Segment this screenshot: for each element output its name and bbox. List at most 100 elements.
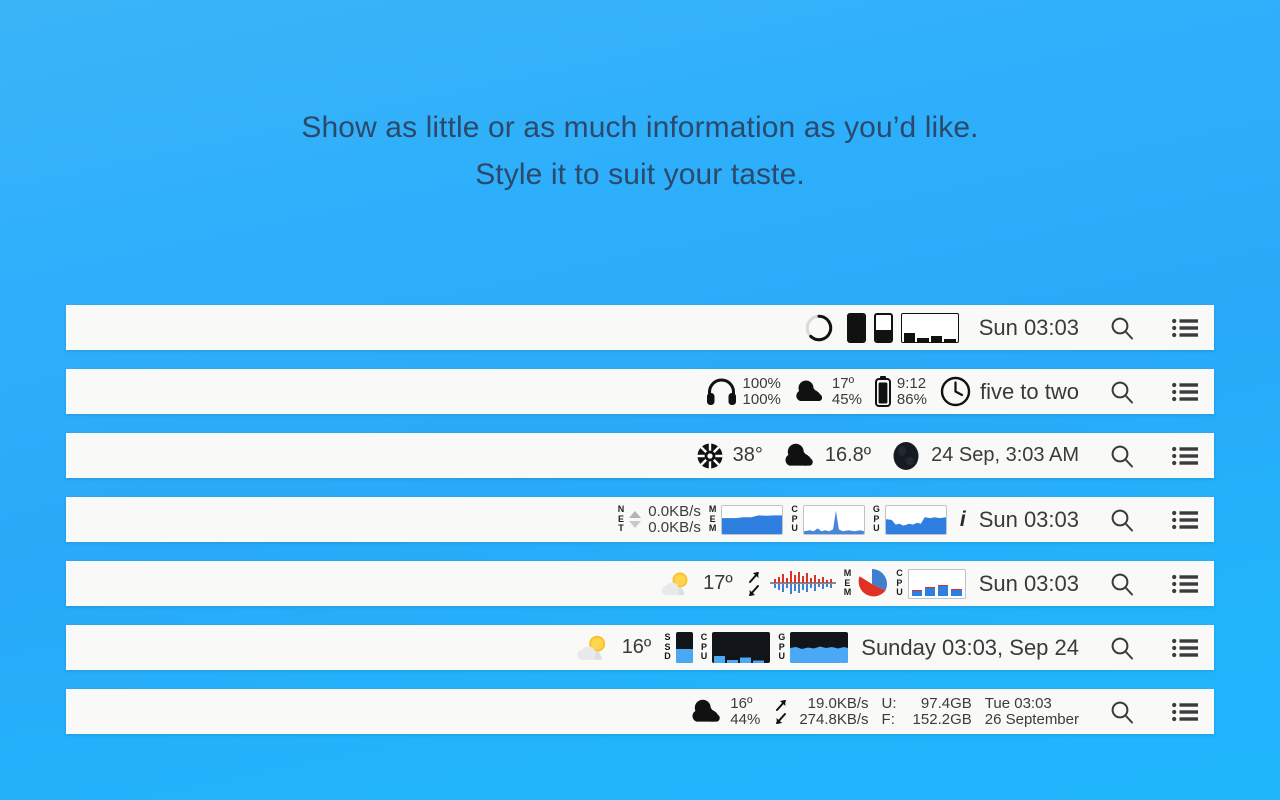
list-menu-icon[interactable] (1172, 510, 1198, 530)
search-icon[interactable] (1109, 379, 1135, 405)
disk-key-free: F: (881, 710, 895, 728)
word-clock-widget[interactable]: five to two (940, 369, 1079, 414)
menu-bar-row: N E T 0.0KB/s 0.0KB/s M E M C P U G P U … (66, 497, 1214, 542)
list-menu-icon[interactable] (1172, 702, 1198, 722)
moon-date-text: 24 Sep, 3:03 AM (931, 444, 1079, 466)
value-line-2: 274.8KB/s (799, 710, 869, 728)
disk-value-free: 152.2GB (912, 710, 972, 728)
net-values: 0.0KB/s 0.0KB/s (648, 503, 701, 536)
value-line-1: 17º (831, 374, 855, 392)
menu-bar-list: Sun 03:03 100% 100% 17º 45% 9:12 86% fiv… (66, 305, 1214, 753)
disk-values: 97.4GB 152.2GB (912, 695, 972, 728)
cpu-bars-widget[interactable]: C P U (896, 561, 966, 606)
info-clock-widget[interactable]: i Sun 03:03 (960, 497, 1079, 542)
memory-pie-widget[interactable]: M E M (844, 561, 889, 606)
headphones-values: 100% 100% (742, 374, 781, 408)
list-menu-icon[interactable] (1172, 638, 1198, 658)
moon-icon (893, 441, 919, 470)
cpu-bar-chart (907, 568, 966, 599)
analog-clock-icon (940, 376, 971, 407)
network-transfer-widget[interactable]: 19.0KB/s 274.8KB/s (773, 689, 869, 734)
weather-widget[interactable]: 16º (576, 625, 652, 670)
sun-behind-cloud-icon (577, 635, 605, 660)
value-line-2: 45% (831, 390, 862, 408)
weather-temp-text: 16º (621, 636, 652, 658)
system-icons (1079, 315, 1198, 341)
battery-widget[interactable]: 9:12 86% (874, 369, 927, 414)
cpu-graph (802, 504, 865, 535)
menu-bar-row: 16º S S D C P U G P U Sunday 03:03, Sep … (66, 625, 1214, 670)
waveform-icon (769, 570, 836, 594)
clock-text[interactable]: Sun 03:03 (979, 315, 1079, 341)
cpu-dark-panel (712, 632, 771, 663)
list-menu-icon[interactable] (1172, 318, 1198, 338)
network-transfer-values: 19.0KB/s 274.8KB/s (799, 695, 869, 728)
network-waveform-widget[interactable] (769, 561, 836, 606)
moon-date-widget[interactable]: 24 Sep, 3:03 AM (891, 433, 1079, 478)
cpu-label: C P U (791, 505, 798, 534)
date-line-2: 26 September (984, 710, 1079, 728)
vertical-bar-widget-2[interactable] (873, 312, 893, 343)
clock-text[interactable]: Sun 03:03 (979, 571, 1079, 597)
pie-gauge-icon (805, 314, 832, 341)
weather-temp-text: 16.8º (824, 444, 872, 466)
bar-chart-widget[interactable] (900, 312, 959, 343)
fan-icon (697, 443, 723, 468)
headphones-widget[interactable]: 100% 100% (706, 369, 781, 414)
gpu-label-char: U (778, 651, 786, 662)
battery-icon (874, 376, 891, 407)
value-line-2: 86% (896, 390, 927, 408)
cpu-label-char: U (700, 651, 708, 662)
disk-usage-widget[interactable]: U: F: 97.4GB 152.2GB (882, 689, 972, 734)
weather-widget[interactable]: 16.8º (783, 433, 871, 478)
memory-graph-widget[interactable]: M E M (709, 497, 784, 542)
date-widget[interactable]: Tue 03:03 26 September (984, 694, 1079, 728)
gpu-dark-widget[interactable]: G P U (778, 625, 849, 670)
fan-temp-widget[interactable]: 38° (695, 433, 763, 478)
menu-bar-row: 100% 100% 17º 45% 9:12 86% five to two (66, 369, 1214, 414)
vertical-bar-widget[interactable] (846, 312, 866, 343)
menu-bar-row: Sun 03:03 (66, 305, 1214, 350)
net-label: N E T (618, 505, 625, 534)
cpu-label-char: U (791, 523, 798, 534)
weather-temp-text: 17º (703, 572, 733, 594)
search-icon[interactable] (1109, 443, 1135, 469)
sun-behind-cloud-icon (661, 572, 688, 595)
battery-values: 9:12 86% (896, 375, 927, 408)
weather-widget[interactable]: 16º 44% (690, 689, 760, 734)
menu-bar-row: 17º M E M C P U Sun 03:03 (66, 561, 1214, 606)
ssd-label: S S D (664, 633, 671, 662)
cpu-graph-widget[interactable]: C P U (791, 497, 865, 542)
list-menu-icon[interactable] (1172, 382, 1198, 402)
gpu-graph (884, 504, 947, 535)
search-icon[interactable] (1109, 699, 1135, 725)
info-icon[interactable]: i (960, 508, 966, 532)
word-clock-text: five to two (979, 378, 1079, 404)
gpu-label: G P U (873, 505, 880, 534)
memory-graph (721, 504, 784, 535)
cpu-dark-widget[interactable]: C P U (701, 625, 771, 670)
network-widget[interactable]: N E T 0.0KB/s 0.0KB/s (618, 497, 701, 542)
weather-widget[interactable]: 17º 45% (794, 369, 862, 414)
date-line-1: Tue 03:03 (984, 694, 1052, 712)
memory-pie-chart (857, 568, 888, 599)
list-menu-icon[interactable] (1172, 574, 1198, 594)
search-icon[interactable] (1109, 571, 1135, 597)
ssd-widget[interactable]: S S D (664, 625, 693, 670)
disk-key-used: U: (881, 694, 897, 712)
gpu-graph-widget[interactable]: G P U (873, 497, 947, 542)
clock-text[interactable]: Sunday 03:03, Sep 24 (861, 635, 1079, 661)
menu-bar-row: 38° 16.8º 24 Sep, 3:03 AM (66, 433, 1214, 478)
search-icon[interactable] (1109, 507, 1135, 533)
cloud-icon (785, 443, 813, 466)
list-menu-icon[interactable] (1172, 446, 1198, 466)
weather-widget[interactable]: 17º (661, 561, 733, 606)
pie-gauge-widget[interactable] (804, 305, 834, 350)
search-icon[interactable] (1109, 635, 1135, 661)
weather-values: 16º 44% (730, 695, 760, 728)
network-arrows-icon[interactable] (746, 561, 762, 606)
mem-label-char: M (843, 587, 852, 598)
search-icon[interactable] (1109, 315, 1135, 341)
value-line-1: 100% (742, 374, 781, 392)
headphones-icon (706, 378, 736, 405)
